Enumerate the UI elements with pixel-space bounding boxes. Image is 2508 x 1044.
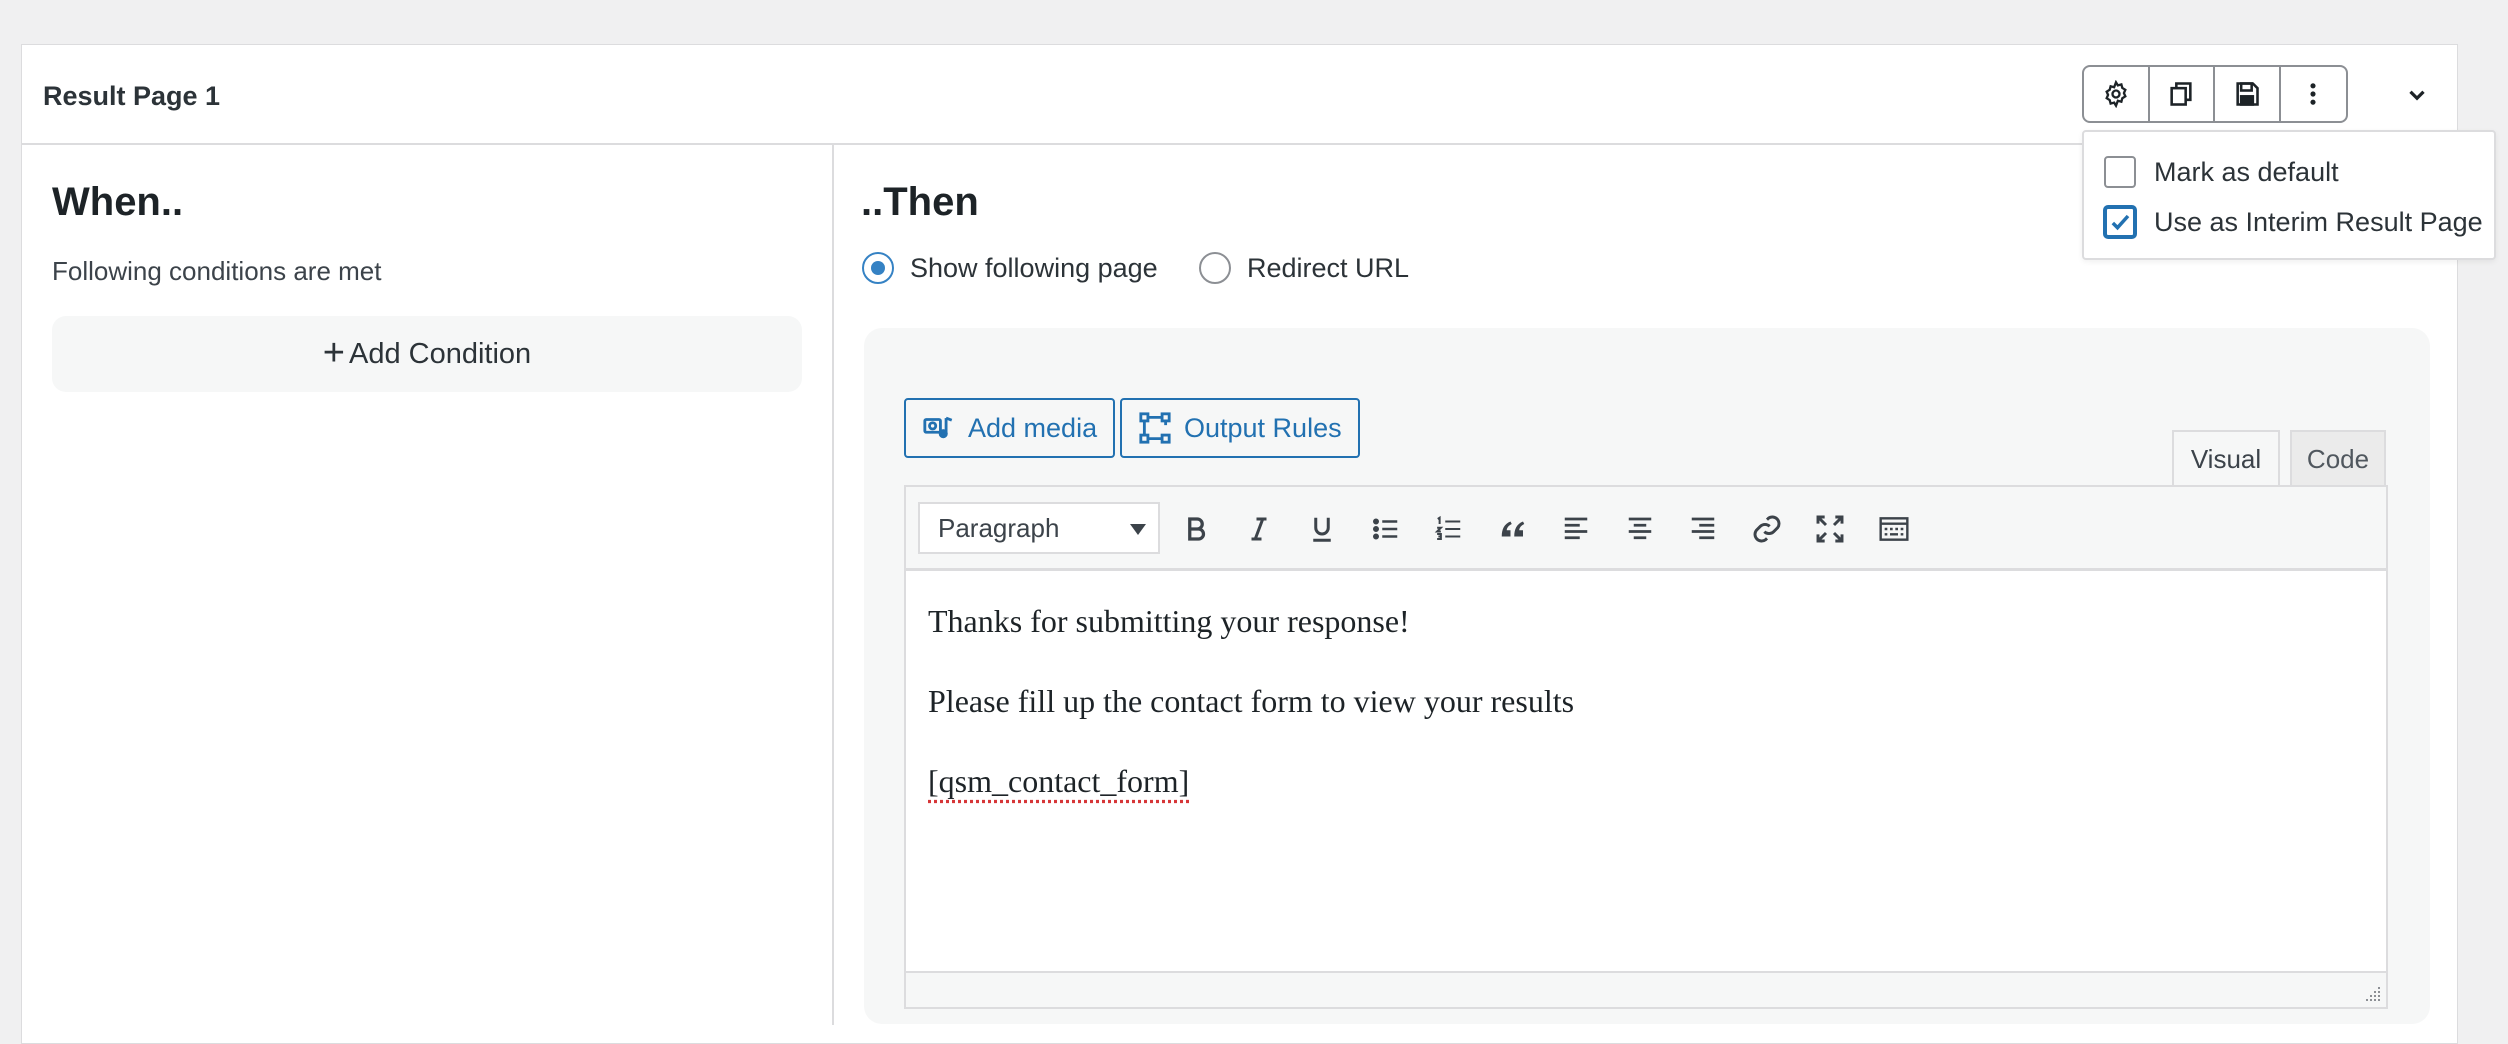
checkmark-icon (2111, 214, 2130, 231)
plus-icon: + (322, 332, 345, 374)
bold-icon (1188, 517, 1206, 541)
caret-down-icon (1130, 524, 1146, 535)
output-rules-label: Output Rules (1184, 412, 1342, 443)
then-title: ..Then (861, 180, 979, 224)
underline-button[interactable] (1302, 509, 1342, 549)
interim-result-label: Use as Interim Result Page (2154, 206, 2483, 237)
mark-default-option[interactable]: Mark as default (2104, 156, 2339, 188)
italic-button[interactable] (1239, 509, 1279, 549)
content-line-3: [qsm_contact_form] (928, 763, 1190, 799)
numbered-list-button[interactable] (1429, 509, 1469, 549)
panel-toolbar (2082, 65, 2348, 123)
mark-default-checkbox[interactable] (2104, 156, 2136, 188)
align-right-button[interactable] (1683, 509, 1723, 549)
align-center-button[interactable] (1620, 509, 1660, 549)
more-options-button[interactable] (2281, 67, 2346, 121)
vertical-ellipsis-icon (2310, 83, 2316, 105)
add-condition-button[interactable]: + Add Condition (52, 316, 802, 392)
radio-button[interactable] (1199, 252, 1231, 284)
add-media-label: Add media (968, 412, 1098, 443)
mark-default-label: Mark as default (2154, 156, 2339, 187)
format-select-value: Paragraph (938, 512, 1060, 543)
interim-result-option[interactable]: Use as Interim Result Page (2104, 206, 2483, 238)
link-icon (1753, 515, 1781, 543)
editor-content[interactable]: Thanks for submitting your response! Ple… (904, 571, 2388, 971)
tab-code[interactable]: Code (2290, 430, 2386, 486)
interim-result-checkbox[interactable] (2104, 206, 2136, 238)
blockquote-button[interactable] (1493, 509, 1533, 549)
align-left-icon (1564, 517, 1588, 540)
align-center-icon (1628, 517, 1652, 540)
link-button[interactable] (1747, 509, 1787, 549)
panel-title: Result Page 1 (43, 81, 221, 111)
underline-icon (1313, 517, 1331, 542)
align-right-icon (1691, 517, 1715, 540)
fullscreen-icon (1816, 515, 1844, 543)
output-rules-icon (1139, 412, 1171, 444)
radio-redirect-url[interactable]: Redirect URL (1199, 252, 1409, 284)
when-subtitle: Following conditions are met (52, 256, 382, 286)
copy-icon (2170, 82, 2192, 106)
settings-button[interactable] (2084, 67, 2150, 121)
gear-icon (2104, 80, 2127, 108)
toolbar-toggle-button[interactable] (1874, 509, 1914, 549)
italic-icon (1251, 517, 1267, 541)
resize-handle-icon[interactable] (2364, 985, 2382, 1003)
tab-visual[interactable]: Visual (2172, 430, 2280, 486)
duplicate-button[interactable] (2150, 67, 2215, 121)
editor-statusbar (904, 971, 2388, 1009)
floppy-disk-icon (2236, 82, 2259, 106)
bold-button[interactable] (1176, 509, 1216, 549)
chevron-down-icon (2409, 90, 2425, 101)
radio-show-page-label: Show following page (910, 252, 1158, 283)
align-left-button[interactable] (1556, 509, 1596, 549)
add-media-icon (923, 416, 953, 439)
radio-button-selected[interactable] (862, 252, 894, 284)
format-select[interactable]: Paragraph (918, 502, 1160, 554)
radio-redirect-url-label: Redirect URL (1247, 252, 1410, 283)
add-media-button[interactable]: Add media (904, 398, 1116, 458)
bulleted-list-button[interactable] (1366, 509, 1406, 549)
content-line-2: Please fill up the contact form to view … (928, 683, 1575, 719)
options-dropdown: Mark as default Use as Interim Result Pa… (2082, 130, 2496, 260)
column-divider (832, 145, 834, 1025)
collapse-button[interactable] (2394, 75, 2440, 115)
content-line-1: Thanks for submitting your response! (928, 603, 1410, 639)
when-title: When.. (52, 180, 184, 224)
radio-show-page[interactable]: Show following page (862, 252, 1158, 284)
toolbar-toggle-icon (1879, 517, 1909, 541)
output-rules-button[interactable]: Output Rules (1120, 398, 1360, 458)
blockquote-icon (1501, 521, 1525, 537)
numbered-list-icon (1434, 515, 1461, 540)
editor-toolbar: Paragraph (904, 485, 2388, 571)
fullscreen-button[interactable] (1810, 509, 1850, 549)
bulleted-list-icon (1372, 518, 1398, 540)
add-condition-label: Add Condition (349, 337, 532, 370)
save-button[interactable] (2215, 67, 2281, 121)
